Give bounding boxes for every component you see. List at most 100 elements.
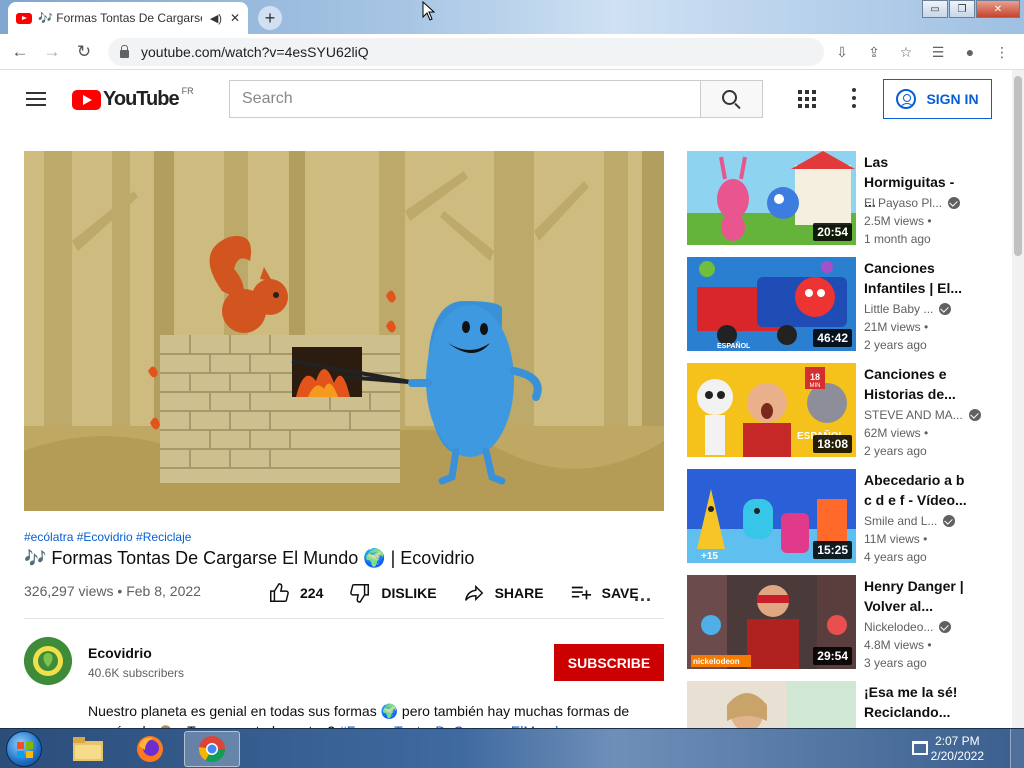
thumbnail-text: MIN xyxy=(810,383,821,389)
more-actions-icon[interactable]: ... xyxy=(634,585,652,606)
video-hashtags[interactable]: #ecólatra #Ecovidrio #Reciclaje xyxy=(24,530,191,544)
recommendation-age: 1 month ago xyxy=(864,232,931,246)
recommendation-thumbnail[interactable]: 18 MIN ESPAÑOL 18:08 xyxy=(687,363,856,457)
recommendation-item[interactable]: +15 15:25 Abecedario a b c d e f - Vídeo… xyxy=(687,469,997,565)
recommendation-item[interactable]: ¡Esa me la sé! Reciclando... xyxy=(687,681,997,728)
upload-date: Feb 8, 2022 xyxy=(126,583,201,599)
maximize-button[interactable]: ❐ xyxy=(949,0,975,18)
recommendation-thumbnail[interactable]: +15 15:25 xyxy=(687,469,856,563)
apps-grid-icon[interactable] xyxy=(798,90,816,108)
recommendation-thumbnail[interactable]: ESPAÑOL 46:42 xyxy=(687,257,856,351)
recommendation-title[interactable]: Canciones Infantiles | El... xyxy=(864,258,969,298)
browser-tab-youtube[interactable]: 🎶 Formas Tontas De Cargarse El Mundo ◀) … xyxy=(8,2,248,34)
minimize-button[interactable]: ▭ xyxy=(922,0,948,18)
verified-check-icon xyxy=(948,197,961,209)
youtube-play-logo-icon xyxy=(72,89,101,110)
recommendation-title[interactable]: Abecedario a b c d e f - Vídeo... xyxy=(864,470,969,510)
duration-badge: 29:54 xyxy=(813,647,852,665)
recommendation-views: 11M views • xyxy=(864,532,928,546)
subscribe-button[interactable]: SUBSCRIBE xyxy=(554,644,664,681)
start-button[interactable] xyxy=(6,731,42,767)
bookmark-star-icon[interactable]: ☆ xyxy=(890,38,922,66)
forward-arrow-icon[interactable]: → xyxy=(36,36,68,68)
hamburger-menu-icon[interactable] xyxy=(26,92,46,106)
thumbs-down-icon xyxy=(350,584,370,603)
browser-menu-icon[interactable]: ⋮ xyxy=(986,38,1018,66)
recommendation-channel[interactable]: El Payaso Pl... xyxy=(864,196,961,210)
taskbar-firefox[interactable] xyxy=(122,731,178,767)
view-count: 326,297 views xyxy=(24,583,114,599)
save-button[interactable]: SAVE xyxy=(570,582,639,604)
recommendation-thumbnail[interactable]: nickelodeon 29:54 xyxy=(687,575,856,669)
recommendation-item[interactable]: 18 MIN ESPAÑOL 18:08 Canciones e Histori… xyxy=(687,363,997,459)
recommendation-title[interactable]: ¡Esa me la sé! Reciclando... xyxy=(864,682,969,722)
recommendation-age: 2 years ago xyxy=(864,444,927,458)
verified-check-icon xyxy=(943,515,956,527)
recommendation-title[interactable]: Henry Danger | Volver al... xyxy=(864,576,969,616)
recommendation-channel[interactable]: Little Baby ... xyxy=(864,302,952,316)
system-clock[interactable]: 2:07 PM 2/20/2022 xyxy=(931,734,984,764)
window-controls: ▭ ❐ ✕ xyxy=(921,0,1020,18)
recommendation-title[interactable]: Canciones e Historias de... xyxy=(864,364,969,404)
folder-icon xyxy=(73,737,103,761)
thumbnail-text: nickelodeon xyxy=(693,657,740,666)
thumbnail-reciclando xyxy=(687,681,856,728)
recommendation-channel[interactable]: Smile and L... xyxy=(864,514,956,528)
firefox-icon xyxy=(137,736,163,762)
channel-avatar[interactable] xyxy=(24,637,72,685)
description-line-1: Nuestro planeta es genial en todas sus f… xyxy=(88,703,630,719)
recommendation-item[interactable]: nickelodeon 29:54 Henry Danger | Volver … xyxy=(687,575,997,671)
browser-tab-strip: 🎶 Formas Tontas De Cargarse El Mundo ◀) … xyxy=(0,0,1024,34)
profile-icon[interactable]: ● xyxy=(954,38,986,66)
youtube-logo[interactable]: YouTube FR xyxy=(72,86,194,111)
thumbnail-text: ESPAÑOL xyxy=(717,341,751,350)
scrollbar-thumb[interactable] xyxy=(1014,76,1022,256)
taskbar-explorer[interactable] xyxy=(60,731,116,767)
search-input[interactable] xyxy=(229,80,701,118)
verified-check-icon xyxy=(939,621,952,633)
page-scrollbar[interactable] xyxy=(1012,70,1024,728)
reload-icon[interactable]: ↻ xyxy=(68,36,100,68)
recommendation-views: 21M views • xyxy=(864,320,929,334)
media-controls-icon[interactable]: ☰ xyxy=(922,38,954,66)
recommendation-age: 2 years ago xyxy=(864,338,927,352)
settings-menu-icon[interactable] xyxy=(852,88,856,108)
dislike-button[interactable]: DISLIKE xyxy=(349,582,437,604)
recommendation-channel[interactable]: Nickelodeo... xyxy=(864,620,952,634)
close-tab-icon[interactable]: ✕ xyxy=(230,11,240,25)
sign-in-button[interactable]: SIGN IN xyxy=(883,79,992,119)
recommendation-item[interactable]: ESPAÑOL 46:42 Canciones Infantiles | El.… xyxy=(687,257,997,353)
channel-name[interactable]: Ecovidrio xyxy=(88,645,152,661)
install-icon[interactable]: ⇩ xyxy=(826,38,858,66)
dislike-label: DISLIKE xyxy=(381,585,437,601)
show-desktop-button[interactable] xyxy=(1010,729,1024,768)
video-title: 🎶 Formas Tontas De Cargarse El Mundo 🌍 |… xyxy=(24,548,475,568)
channel-label: STEVE AND MA... xyxy=(864,408,963,422)
duration-badge: 46:42 xyxy=(813,329,852,347)
recommendation-channel[interactable]: STEVE AND MA... xyxy=(864,408,981,422)
share-icon[interactable]: ⇪ xyxy=(858,38,890,66)
search-button[interactable] xyxy=(700,80,763,118)
youtube-header: YouTube FR SIGN IN xyxy=(0,70,1012,128)
thumbnail-text: 18 xyxy=(810,372,820,382)
speaker-icon[interactable]: ◀) xyxy=(210,12,222,25)
video-player[interactable] xyxy=(24,151,664,511)
verified-check-icon xyxy=(968,409,981,421)
recommendation-item[interactable]: 20:54 Las Hormiguitas - ... El Payaso Pl… xyxy=(687,151,997,247)
new-tab-button[interactable]: + xyxy=(258,6,282,30)
like-button[interactable]: 224 xyxy=(268,582,323,604)
recommendation-thumbnail[interactable] xyxy=(687,681,856,728)
network-icon[interactable] xyxy=(912,741,928,755)
back-arrow-icon[interactable]: ← xyxy=(4,36,36,68)
close-window-button[interactable]: ✕ xyxy=(976,0,1020,18)
tab-title: 🎶 Formas Tontas De Cargarse El Mundo xyxy=(38,11,202,25)
recommendation-views: 4.8M views • xyxy=(864,638,932,652)
ecovidrio-logo-icon xyxy=(24,637,72,685)
lock-icon[interactable] xyxy=(120,45,129,58)
share-button[interactable]: SHARE xyxy=(463,582,544,604)
share-arrow-icon xyxy=(464,584,483,602)
taskbar-chrome[interactable] xyxy=(184,731,240,767)
recommendation-thumbnail[interactable]: 20:54 xyxy=(687,151,856,245)
duration-badge: 18:08 xyxy=(813,435,852,453)
address-bar[interactable]: youtube.com/watch?v=4esSYU62liQ xyxy=(108,38,824,66)
